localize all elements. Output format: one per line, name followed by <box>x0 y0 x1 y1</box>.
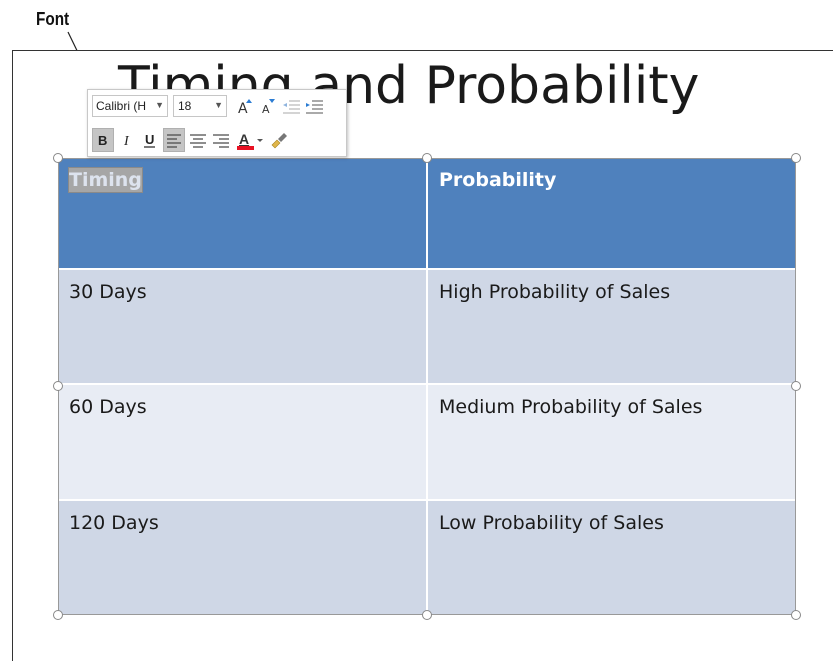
resize-handle-bottom-right[interactable] <box>791 610 801 620</box>
font-color-dropdown-icon[interactable] <box>254 128 266 152</box>
table-header-row: Timing Probability <box>58 158 796 270</box>
table-cell[interactable]: Low Probability of Sales <box>426 498 796 615</box>
table-cell[interactable]: 30 Days <box>58 268 427 385</box>
resize-handle-bottom-left[interactable] <box>53 610 63 620</box>
resize-handle-top-center[interactable] <box>422 153 432 163</box>
increase-indent-icon[interactable] <box>303 94 325 118</box>
resize-handle-top-left[interactable] <box>53 153 63 163</box>
italic-button[interactable]: I <box>116 128 138 152</box>
font-name-combobox[interactable]: Calibri (H ▼ <box>92 95 168 117</box>
font-name-value: Calibri (H <box>96 99 147 113</box>
header-cell-timing[interactable]: Timing <box>58 158 427 270</box>
font-color-button[interactable]: A <box>234 128 256 152</box>
callout-label-font: Font <box>36 9 70 29</box>
decrease-indent-icon[interactable] <box>280 94 302 118</box>
decrease-font-size-icon[interactable]: A <box>257 94 279 118</box>
header-text-probability: Probability <box>439 169 557 191</box>
font-size-value: 18 <box>178 99 192 113</box>
data-table[interactable]: Timing Probability 30 Days High Probabil… <box>58 158 796 615</box>
header-text-timing-selected[interactable]: Timing <box>68 167 143 193</box>
align-right-button[interactable] <box>210 128 232 152</box>
cell-text: High Probability of Sales <box>439 281 671 304</box>
table-cell[interactable]: Medium Probability of Sales <box>426 383 796 500</box>
cell-text: Medium Probability of Sales <box>439 396 703 419</box>
resize-handle-top-right[interactable] <box>791 153 801 163</box>
bold-button[interactable]: B <box>92 128 114 152</box>
increase-font-size-icon[interactable]: A <box>234 94 256 118</box>
align-left-button[interactable] <box>163 128 185 152</box>
format-painter-icon[interactable] <box>268 128 290 152</box>
chevron-down-icon[interactable]: ▼ <box>155 100 164 110</box>
cell-text: 60 Days <box>69 396 147 419</box>
table-row: 120 Days Low Probability of Sales <box>58 498 796 615</box>
underline-button[interactable]: U <box>139 128 161 152</box>
resize-handle-middle-right[interactable] <box>791 381 801 391</box>
table-cell[interactable]: High Probability of Sales <box>426 268 796 385</box>
resize-handle-bottom-center[interactable] <box>422 610 432 620</box>
table-row: 30 Days High Probability of Sales <box>58 268 796 385</box>
resize-handle-middle-left[interactable] <box>53 381 63 391</box>
svg-text:A: A <box>239 131 249 147</box>
svg-text:B: B <box>98 133 107 148</box>
table-cell[interactable]: 60 Days <box>58 383 427 500</box>
svg-text:A: A <box>262 103 270 116</box>
cell-text: 30 Days <box>69 281 147 304</box>
mini-toolbar: Calibri (H ▼ 18 ▼ A A B I U A <box>87 89 347 157</box>
svg-text:U: U <box>145 132 154 147</box>
svg-text:I: I <box>123 134 130 149</box>
chevron-down-icon[interactable]: ▼ <box>214 100 223 110</box>
font-size-combobox[interactable]: 18 ▼ <box>173 95 227 117</box>
table-row: 60 Days Medium Probability of Sales <box>58 383 796 500</box>
cell-text: Low Probability of Sales <box>439 511 664 534</box>
align-center-button[interactable] <box>187 128 209 152</box>
cell-text: 120 Days <box>69 511 159 534</box>
table-cell[interactable]: 120 Days <box>58 498 427 615</box>
svg-text:A: A <box>238 101 248 117</box>
header-cell-probability[interactable]: Probability <box>426 158 796 270</box>
